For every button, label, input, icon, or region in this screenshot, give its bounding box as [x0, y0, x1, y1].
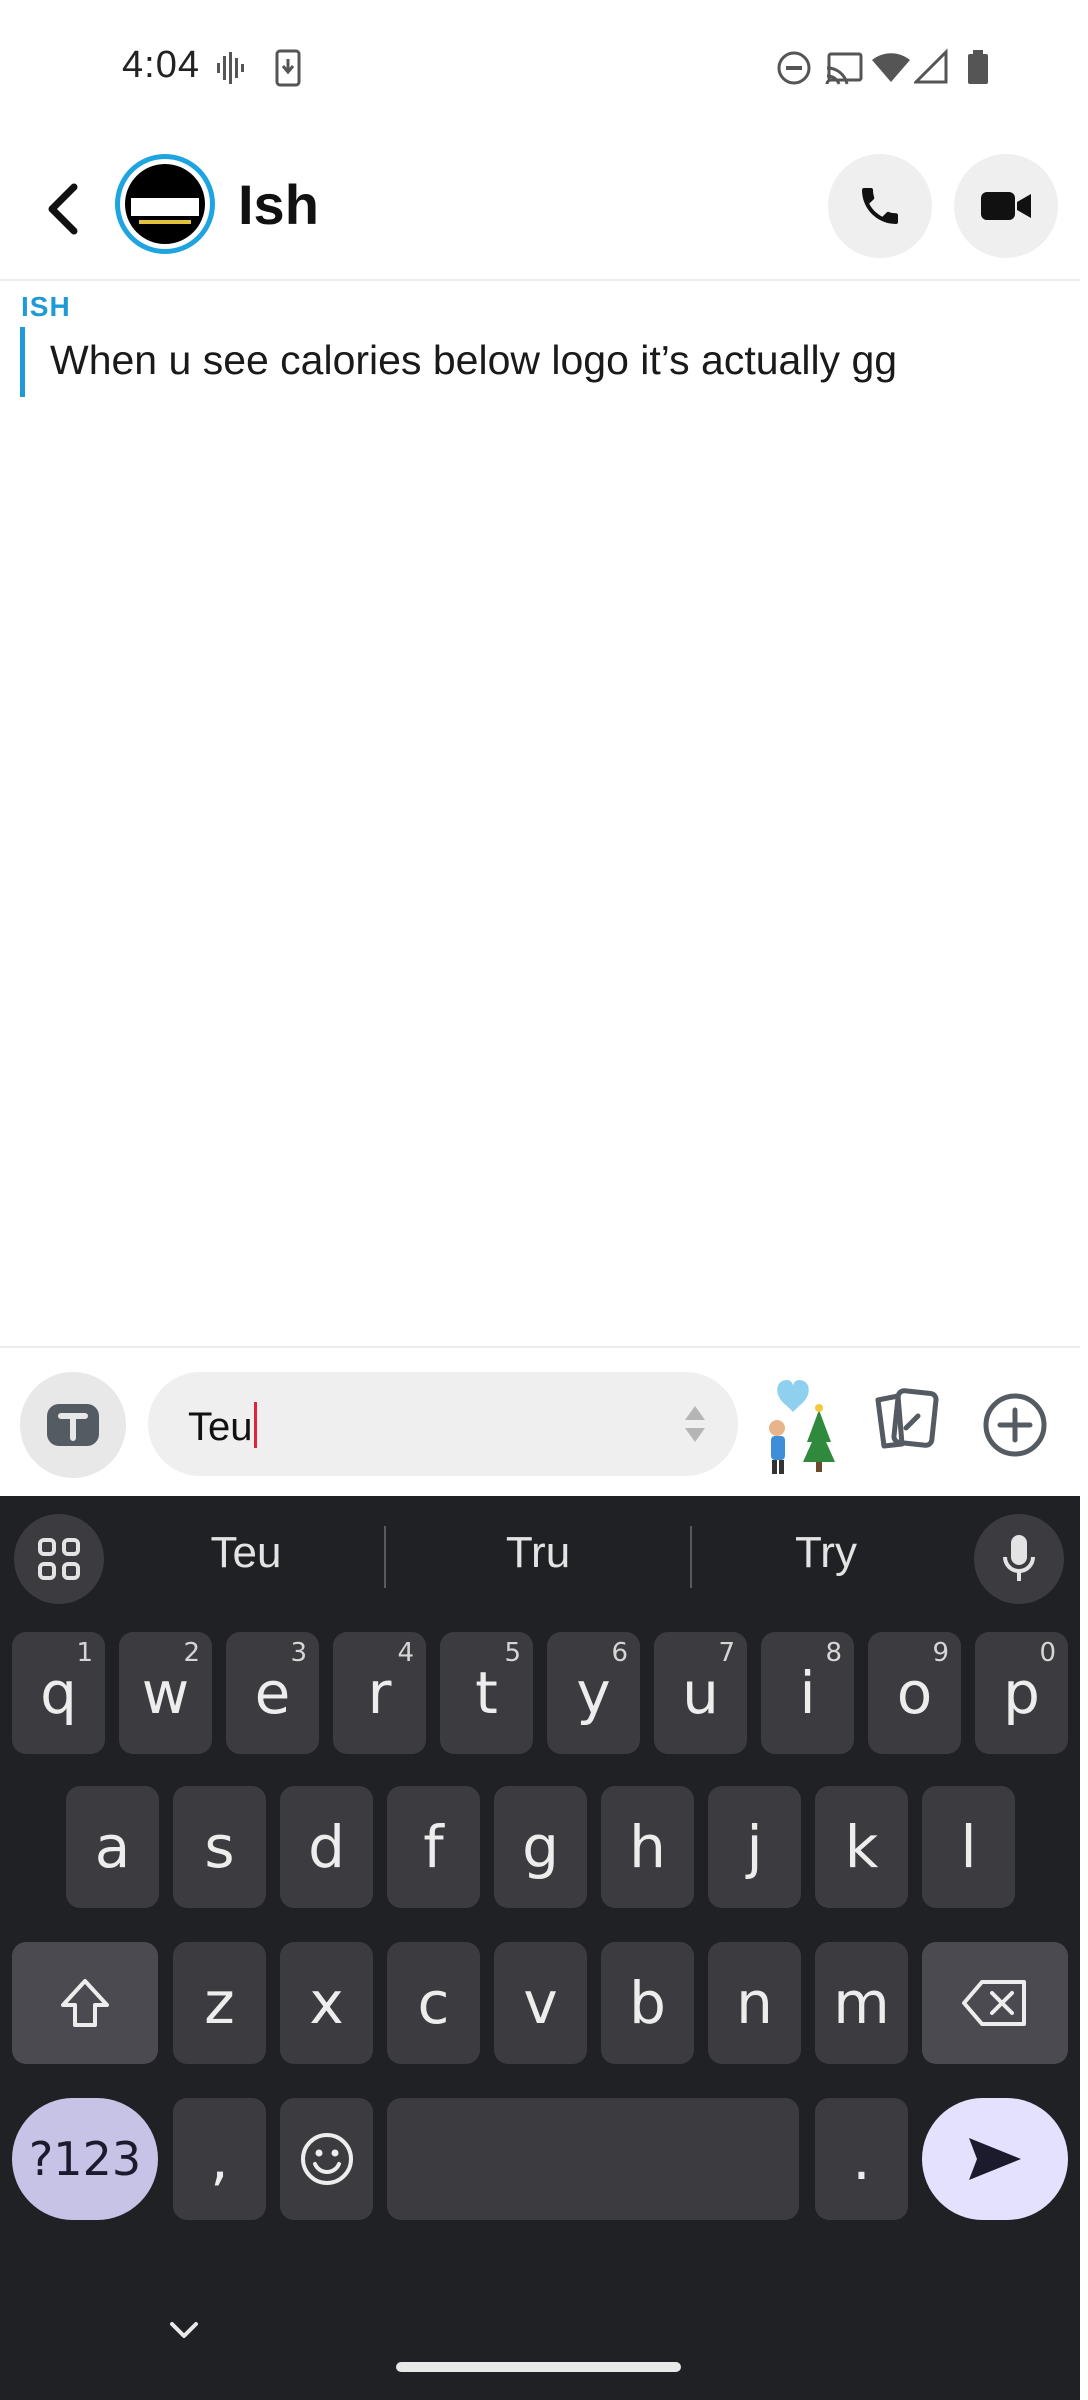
message-composer: Teu [0, 1346, 1080, 1496]
avatar[interactable] [115, 154, 215, 254]
space-key[interactable] [387, 2098, 799, 2220]
key-f[interactable]: f [387, 1786, 480, 1908]
comma-key[interactable]: , [173, 2098, 266, 2220]
key-u[interactable]: u7 [654, 1632, 747, 1754]
input-value: Teu [188, 1405, 253, 1449]
key-v[interactable]: v [494, 1942, 587, 2064]
video-camera-icon [981, 192, 1031, 220]
video-call-button[interactable] [954, 154, 1058, 258]
key-x[interactable]: x [280, 1942, 373, 2064]
period-key[interactable]: . [815, 2098, 908, 2220]
key-s[interactable]: s [173, 1786, 266, 1908]
key-t[interactable]: t5 [440, 1632, 533, 1754]
message-text[interactable]: When u see calories below logo it’s actu… [50, 337, 897, 384]
do-not-disturb-icon [777, 51, 811, 85]
send-icon [969, 2138, 1021, 2180]
suggestion-2[interactable]: Tru [388, 1528, 688, 1578]
emoji-key[interactable] [280, 2098, 373, 2220]
message-accent-bar [20, 327, 25, 397]
camera-button[interactable] [20, 1372, 126, 1478]
chat-header: Ish [0, 136, 1080, 281]
key-z[interactable]: z [173, 1942, 266, 2064]
text-caret [253, 1402, 257, 1448]
emoji-icon [300, 2133, 353, 2185]
key-b[interactable]: b [601, 1942, 694, 2064]
contact-name[interactable]: Ish [238, 172, 319, 237]
message-sender: ISH [21, 291, 71, 322]
shift-icon [61, 1979, 109, 2027]
keyboard: Teu Tru Try q1 w2 e3 r4 t5 y6 u7 i8 o9 p… [0, 1496, 1080, 2400]
memories-icon[interactable] [872, 1386, 940, 1454]
message-input-text[interactable]: Teu [188, 1402, 257, 1450]
key-e[interactable]: e3 [226, 1632, 319, 1754]
key-d[interactable]: d [280, 1786, 373, 1908]
wifi-icon [872, 53, 910, 82]
voice-input-button[interactable] [974, 1514, 1064, 1604]
home-indicator[interactable] [396, 2362, 681, 2372]
camera-icon [47, 1404, 99, 1446]
suggestion-3[interactable]: Try [676, 1528, 976, 1578]
battery-icon [968, 50, 988, 84]
key-q[interactable]: q1 [12, 1632, 105, 1754]
symbols-key[interactable]: ?123 [12, 2098, 158, 2220]
key-m[interactable]: m [815, 1942, 908, 2064]
key-g[interactable]: g [494, 1786, 587, 1908]
key-j[interactable]: j [708, 1786, 801, 1908]
cast-icon [825, 52, 863, 85]
download-icon [275, 49, 301, 87]
send-key[interactable] [922, 2098, 1068, 2220]
chat-area: ISH When u see calories below logo it’s … [0, 283, 1080, 1346]
avatar-image [125, 164, 205, 244]
suggestion-1[interactable]: Teu [96, 1528, 396, 1578]
key-n[interactable]: n [708, 1942, 801, 2064]
back-arrow-icon [48, 183, 78, 235]
backspace-key[interactable] [922, 1942, 1068, 2064]
back-button[interactable] [36, 174, 92, 244]
voicemail-icon [217, 52, 244, 84]
shift-key[interactable] [12, 1942, 158, 2064]
key-y[interactable]: y6 [547, 1632, 640, 1754]
plus-icon[interactable] [982, 1392, 1048, 1458]
call-button[interactable] [828, 154, 932, 258]
key-h[interactable]: h [601, 1786, 694, 1908]
grid-icon [38, 1538, 80, 1580]
key-r[interactable]: r4 [333, 1632, 426, 1754]
keyboard-apps-button[interactable] [14, 1514, 104, 1604]
microphone-icon [1003, 1535, 1035, 1581]
message-input[interactable]: Teu [148, 1372, 738, 1476]
key-o[interactable]: o9 [868, 1632, 961, 1754]
sticker-icon[interactable] [763, 1372, 843, 1476]
status-bar: 4:04 [0, 0, 1080, 136]
phone-icon [862, 188, 898, 224]
key-p[interactable]: p0 [975, 1632, 1068, 1754]
signal-icon [914, 48, 948, 84]
key-i[interactable]: i8 [761, 1632, 854, 1754]
key-w[interactable]: w2 [119, 1632, 212, 1754]
backspace-icon [962, 1980, 1026, 2026]
suggestion-divider [384, 1526, 386, 1588]
key-c[interactable]: c [387, 1942, 480, 2064]
key-a[interactable]: a [66, 1786, 159, 1908]
expand-icon[interactable] [682, 1400, 708, 1448]
key-k[interactable]: k [815, 1786, 908, 1908]
key-l[interactable]: l [922, 1786, 1015, 1908]
status-time: 4:04 [122, 44, 200, 86]
hide-keyboard-icon[interactable] [166, 2318, 202, 2342]
